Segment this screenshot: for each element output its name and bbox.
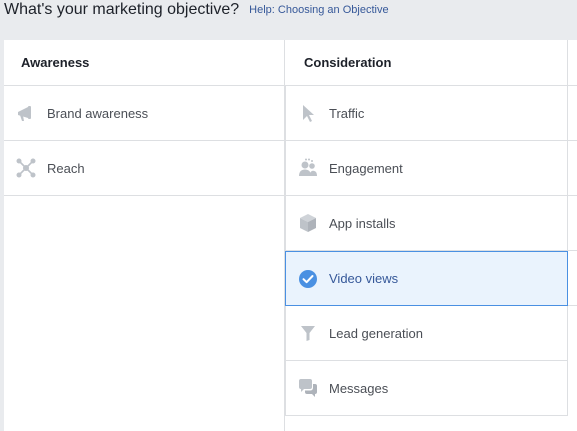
objective-label: App installs — [329, 215, 396, 231]
awareness-column: Awareness Brand awareness Reach — [4, 40, 285, 196]
awareness-empty-area — [4, 196, 285, 431]
next-column-row — [568, 141, 577, 196]
objective-reach[interactable]: Reach — [4, 141, 285, 196]
objective-lead-generation[interactable]: Lead generation — [285, 306, 568, 361]
next-column-row — [568, 86, 577, 141]
consideration-column-header: Consideration — [285, 40, 568, 86]
next-column-header — [568, 40, 577, 86]
objective-label: Messages — [329, 380, 389, 396]
objective-label: Engagement — [329, 160, 403, 176]
megaphone-icon — [15, 102, 37, 124]
people-icon — [297, 157, 319, 179]
consideration-column: Consideration Traffic Engagement App ins… — [285, 40, 568, 416]
objective-label: Traffic — [329, 105, 365, 121]
objective-app-installs[interactable]: App installs — [285, 196, 568, 251]
objective-label: Lead generation — [329, 325, 423, 341]
objective-label: Video views — [329, 271, 399, 286]
awareness-column-header: Awareness — [4, 40, 285, 86]
box-icon — [297, 212, 319, 234]
next-column-row — [568, 196, 577, 251]
reach-icon — [15, 157, 37, 179]
objective-panel: Awareness Brand awareness Reach Consider… — [4, 40, 577, 431]
cursor-icon — [297, 102, 319, 124]
objective-video-views[interactable]: Video views — [285, 251, 568, 306]
objective-header: What's your marketing objective? Help: C… — [0, 0, 577, 40]
next-column-partial — [568, 40, 577, 306]
next-column-row — [568, 251, 577, 306]
checkmark-icon — [297, 268, 319, 290]
objective-traffic[interactable]: Traffic — [285, 86, 568, 141]
objective-label: Brand awareness — [47, 105, 149, 121]
funnel-icon — [297, 322, 319, 344]
objective-label: Reach — [47, 160, 85, 176]
objective-messages[interactable]: Messages — [285, 361, 568, 416]
objective-engagement[interactable]: Engagement — [285, 141, 568, 196]
chat-icon — [297, 377, 319, 399]
help-link[interactable]: Help: Choosing an Objective — [249, 4, 388, 16]
page-title: What's your marketing objective? — [4, 1, 240, 18]
objective-brand-awareness[interactable]: Brand awareness — [4, 86, 285, 141]
